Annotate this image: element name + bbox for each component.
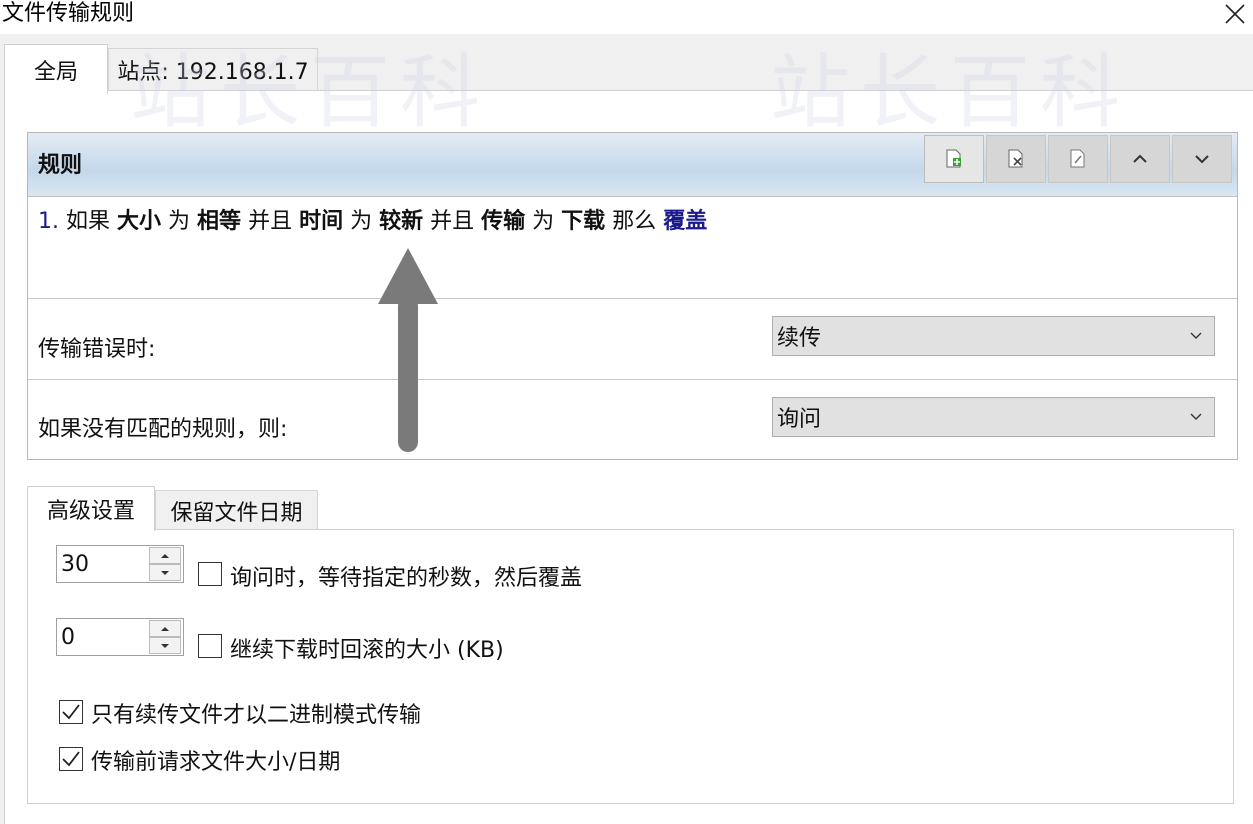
rule-keyword: 下载 — [561, 209, 606, 234]
wait-seconds-checkbox[interactable] — [198, 562, 222, 586]
caret-down-icon — [161, 570, 169, 575]
checkmark-icon — [62, 751, 80, 767]
close-icon — [1225, 4, 1245, 24]
move-up-button[interactable] — [1110, 135, 1170, 183]
chevron-down-icon — [1190, 332, 1202, 339]
rule-text: 并且 — [430, 209, 475, 234]
caret-down-icon — [161, 643, 169, 648]
chevron-up-icon — [1133, 154, 1147, 163]
no-match-select[interactable]: 询问 — [772, 397, 1215, 437]
rollback-stepper[interactable]: 0 — [56, 618, 184, 656]
rule-text: 为 — [350, 209, 373, 234]
rule-text: 如果 — [66, 209, 111, 234]
rule-keyword: 大小 — [117, 209, 162, 234]
on-error-value: 续传 — [777, 326, 822, 351]
divider — [28, 379, 1237, 380]
no-match-label: 如果没有匹配的规则，则: — [38, 417, 288, 442]
tab-advanced[interactable]: 高级设置 — [27, 486, 155, 531]
add-document-icon — [946, 149, 961, 168]
rule-text: 并且 — [248, 209, 293, 234]
wait-seconds-value: 30 — [61, 551, 89, 577]
edit-rule-button[interactable] — [1048, 135, 1108, 183]
rule-keyword: 时间 — [299, 209, 344, 234]
rule-keyword: 传输 — [481, 209, 526, 234]
tab-global[interactable]: 全局 — [4, 44, 108, 94]
rule-index: 1. — [38, 209, 59, 234]
on-error-label: 传输错误时: — [38, 337, 156, 362]
checkmark-icon — [62, 704, 80, 720]
chevron-down-icon — [1190, 413, 1202, 420]
no-match-value: 询问 — [777, 407, 822, 432]
rule-text: 为 — [168, 209, 191, 234]
advanced-tabs: 高级设置 保留文件日期 — [27, 486, 1238, 531]
wait-seconds-label: 询问时，等待指定的秒数，然后覆盖 — [230, 566, 583, 591]
advanced-panel: 30 询问时，等待指定的秒数，然后覆盖 0 继续下载时回滚的大小 (KB) 只有… — [27, 529, 1234, 804]
tab-preserve-date[interactable]: 保留文件日期 — [155, 490, 318, 530]
decrement-button[interactable] — [149, 564, 181, 581]
rules-header: 规则 — [28, 133, 1237, 197]
tab-site[interactable]: 站点: 192.168.1.7 — [108, 48, 318, 90]
close-button[interactable] — [1221, 0, 1249, 28]
caret-up-icon — [161, 553, 169, 558]
binary-resume-checkbox[interactable] — [59, 700, 83, 724]
chevron-down-icon — [1195, 155, 1209, 164]
annotation-arrow — [378, 248, 438, 452]
rule-item[interactable]: 1. 如果 大小为相等 并且 时间为较新 并且 传输为下载 那么 覆盖 — [38, 203, 714, 235]
window-title: 文件传输规则 — [2, 1, 135, 26]
top-tabs: 全局 站点: 192.168.1.7 — [0, 34, 1253, 94]
binary-resume-label: 只有续传文件才以二进制模式传输 — [91, 703, 422, 728]
wait-seconds-stepper[interactable]: 30 — [56, 545, 184, 583]
rule-text: 为 — [532, 209, 555, 234]
move-down-button[interactable] — [1172, 135, 1232, 183]
title-bar: 文件传输规则 — [0, 0, 1253, 34]
delete-rule-button[interactable] — [986, 135, 1046, 183]
rule-action: 覆盖 — [663, 209, 708, 234]
edit-document-icon — [1070, 149, 1085, 168]
request-size-label: 传输前请求文件大小/日期 — [91, 750, 341, 775]
rollback-checkbox[interactable] — [198, 634, 222, 658]
rollback-value: 0 — [61, 624, 75, 650]
on-error-select[interactable]: 续传 — [772, 316, 1215, 356]
increment-button[interactable] — [149, 620, 181, 637]
rule-keyword: 较新 — [379, 209, 424, 234]
rule-keyword: 相等 — [197, 209, 242, 234]
request-size-checkbox[interactable] — [59, 747, 83, 771]
rule-text: 那么 — [612, 209, 657, 234]
rules-header-label: 规则 — [38, 153, 83, 178]
add-rule-button[interactable] — [924, 135, 984, 183]
increment-button[interactable] — [149, 547, 181, 564]
rules-box: 规则 1. 如果 大小 为 相等 并且 时间 为 较新 并且 传输 为 下载 那… — [27, 132, 1238, 460]
caret-up-icon — [161, 626, 169, 631]
divider — [28, 298, 1237, 299]
delete-document-icon — [1008, 149, 1023, 168]
rollback-label: 继续下载时回滚的大小 (KB) — [230, 638, 504, 663]
decrement-button[interactable] — [149, 637, 181, 654]
